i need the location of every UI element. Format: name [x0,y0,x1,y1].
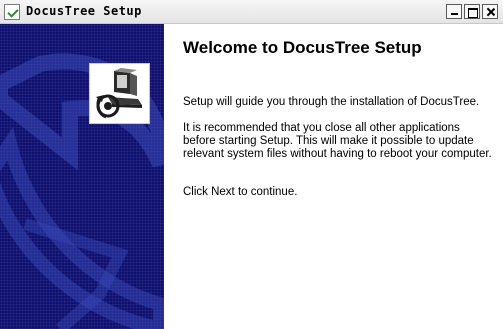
welcome-heading: Welcome to DocusTree Setup [183,38,422,57]
maximize-button[interactable] [464,4,480,19]
minimize-button[interactable] [446,4,462,19]
close-button[interactable] [482,4,498,19]
welcome-banner [0,24,164,329]
recommendation-text: It is recommended that you close all oth… [183,122,492,160]
setup-check-icon [4,4,20,20]
continue-hint-text: Click Next to continue. [183,186,298,198]
intro-text: Setup will guide you through the install… [183,96,480,108]
window-title: DocusTree Setup [26,4,142,18]
installer-computer-icon [89,63,150,124]
title-bar[interactable]: DocusTree Setup [0,0,503,24]
